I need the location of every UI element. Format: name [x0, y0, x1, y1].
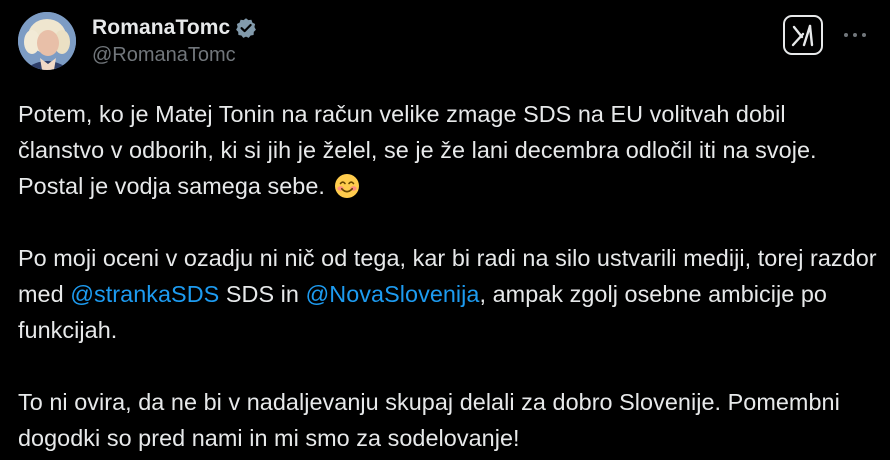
tweet-paragraph-1-text: Potem, ko je Matej Tonin na račun velike… [18, 101, 817, 199]
grok-icon [791, 24, 814, 47]
smiling-face-emoji-icon [334, 173, 360, 199]
author-handle[interactable]: @RomanaTomc [92, 44, 257, 67]
grok-button[interactable] [783, 15, 823, 55]
tweet-paragraph-1: Potem, ko je Matej Tonin na račun velike… [18, 96, 878, 204]
tweet-card: RomanaTomc @RomanaTomc Potem, ko je Mate… [0, 0, 890, 460]
avatar[interactable] [18, 12, 76, 70]
tweet-paragraph-2: Po moji oceni v ozadju ni nič od tega, k… [18, 240, 878, 348]
avatar-image [18, 12, 76, 70]
author-name-row: RomanaTomc [92, 14, 257, 42]
tweet-text: Potem, ko je Matej Tonin na račun velike… [18, 96, 878, 456]
more-options-button[interactable] [840, 22, 870, 48]
mention-link-strankasds[interactable]: @strankaSDS [70, 281, 219, 307]
tweet-paragraph-3: To ni ovira, da ne bi v nadaljevanju sku… [18, 389, 840, 451]
more-horizontal-icon [844, 33, 866, 37]
verified-badge-icon [235, 17, 257, 39]
author-block: RomanaTomc @RomanaTomc [92, 14, 257, 67]
display-name[interactable]: RomanaTomc [92, 16, 230, 40]
tweet-paragraph-2-text-b: SDS in [219, 281, 306, 307]
mention-link-novaslovenija[interactable]: @NovaSlovenija [306, 281, 480, 307]
